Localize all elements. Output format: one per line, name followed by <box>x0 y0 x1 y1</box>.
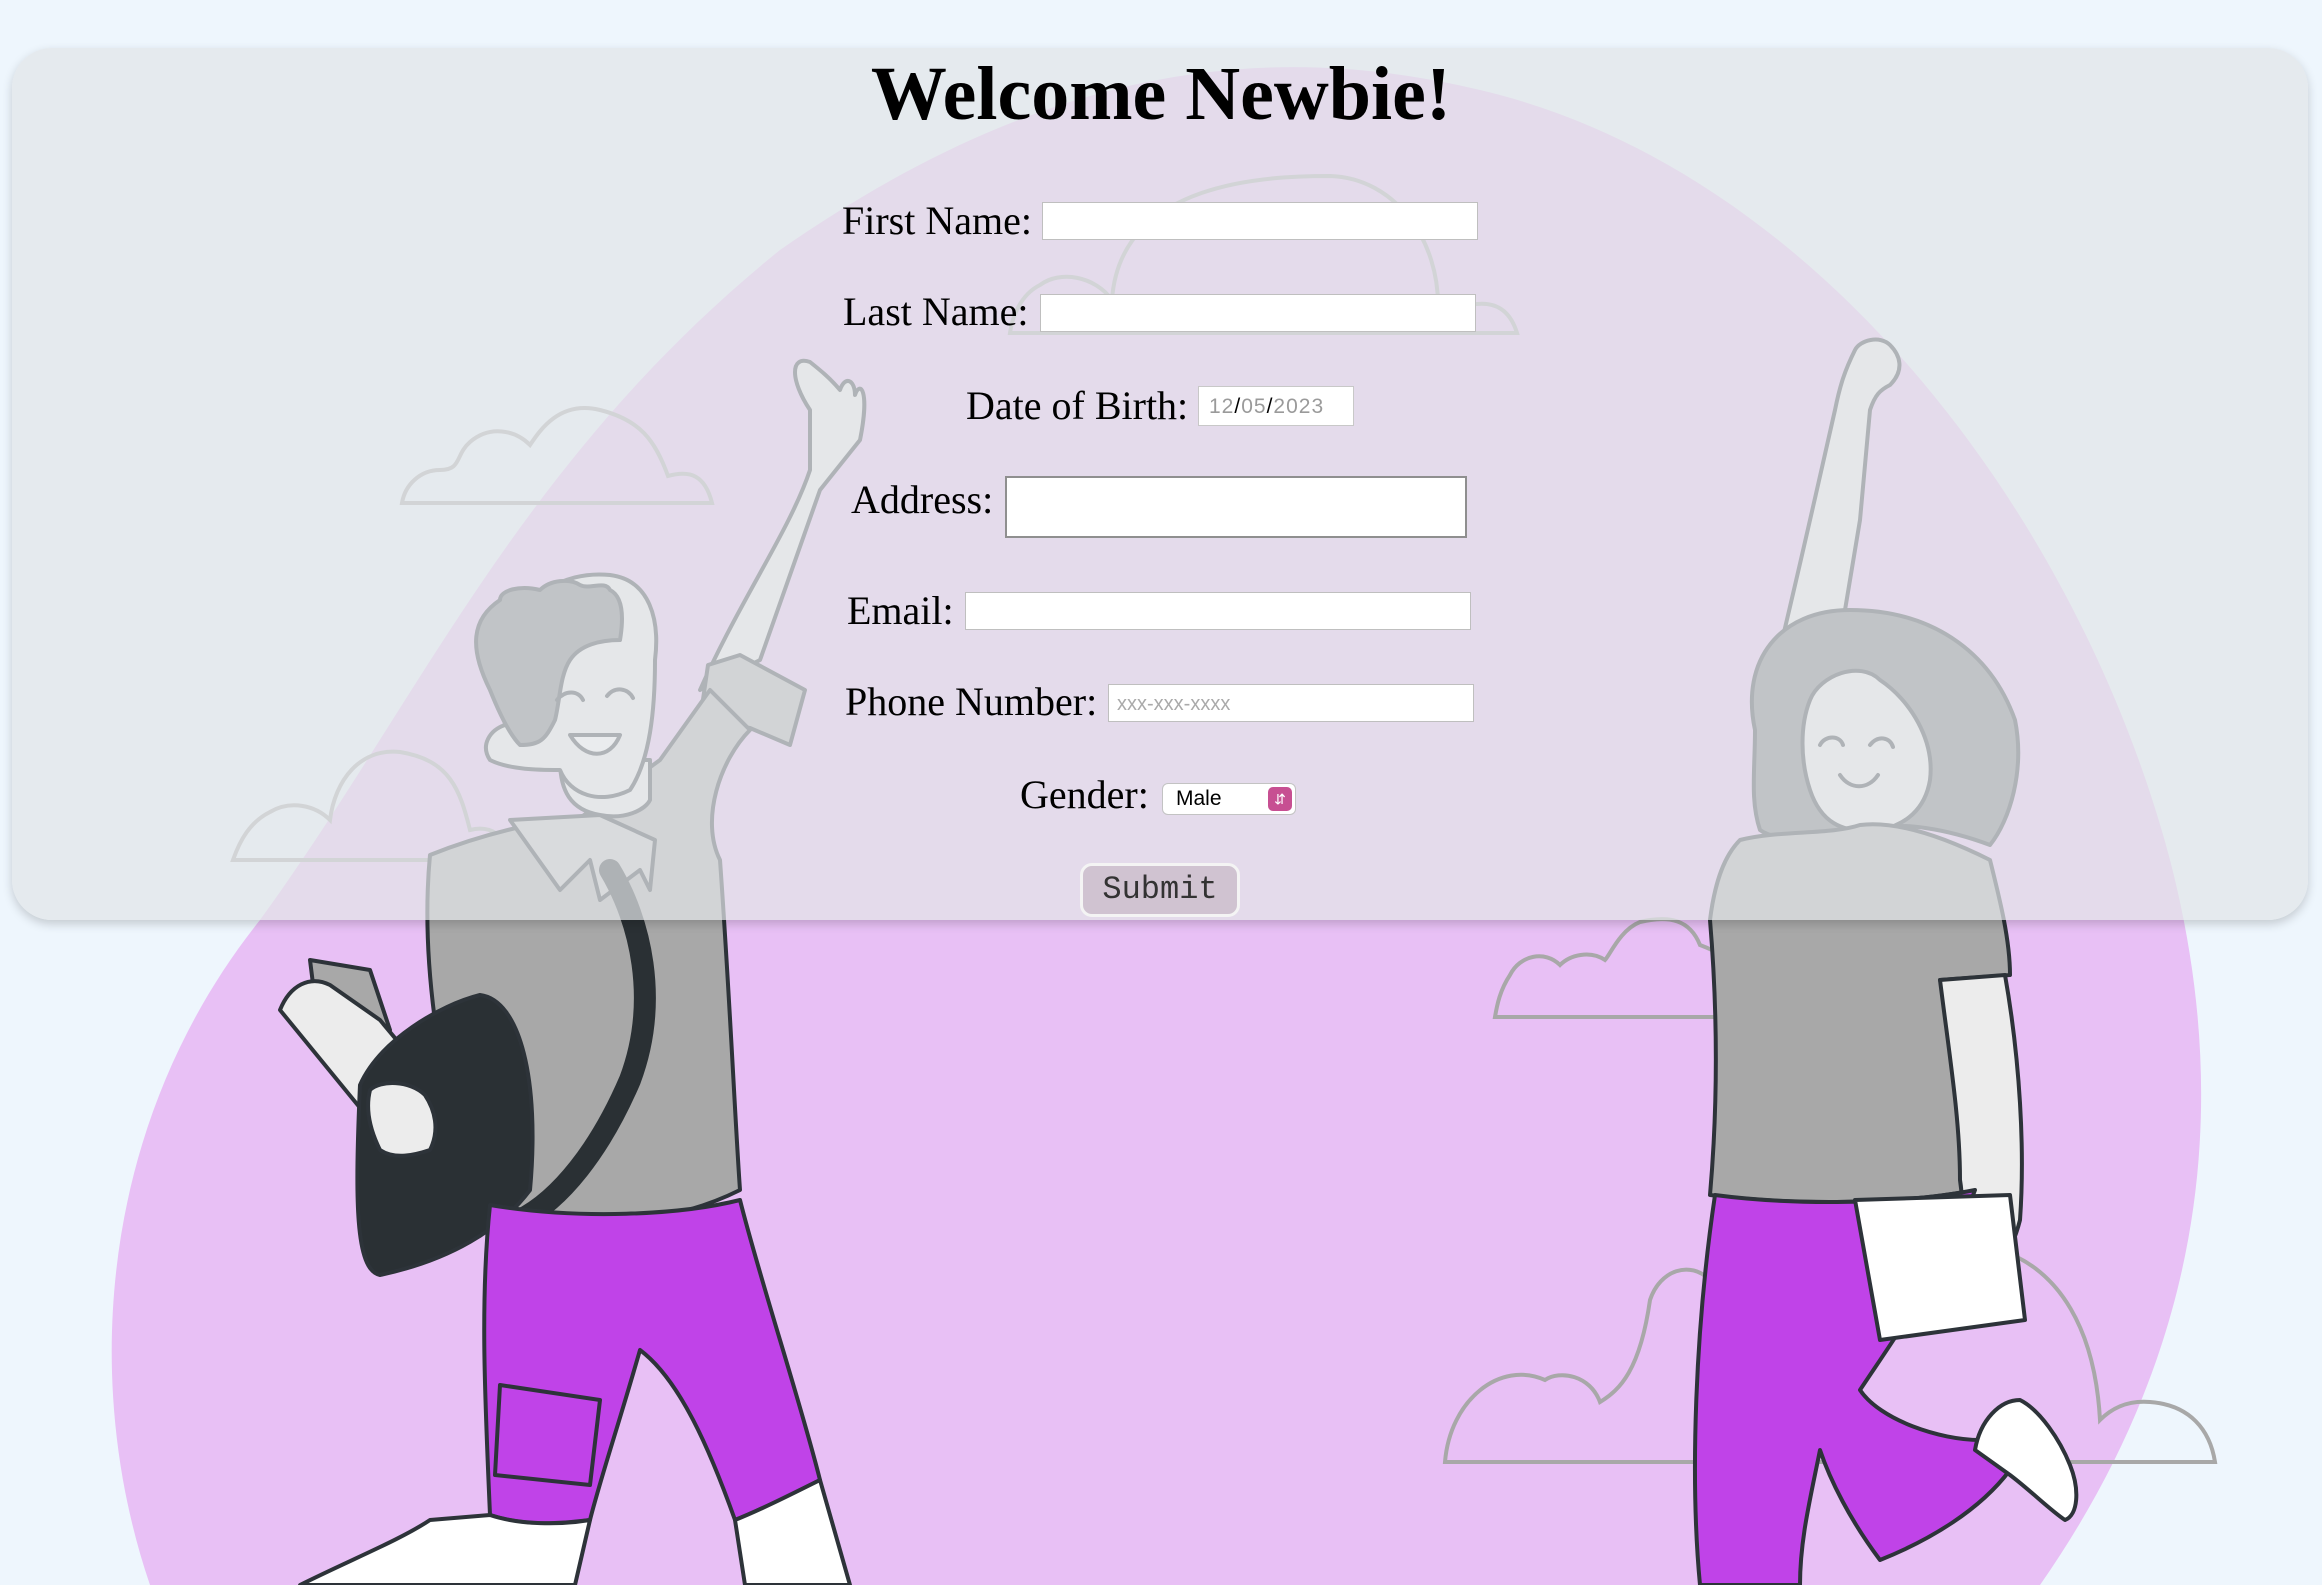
first-name-label: First Name: <box>842 198 1032 243</box>
address-field[interactable] <box>1005 476 1467 538</box>
gender-select[interactable]: Male ⇵ <box>1162 783 1296 815</box>
select-arrows-icon: ⇵ <box>1268 787 1292 811</box>
dob-label: Date of Birth: <box>966 383 1189 428</box>
page-title: Welcome Newbie! <box>870 52 1452 136</box>
gender-selected-value: Male <box>1176 787 1222 810</box>
dob-field[interactable]: 12/05/2023 <box>1198 386 1354 426</box>
email-field[interactable] <box>965 592 1471 630</box>
dob-month[interactable]: 12 <box>1209 395 1234 418</box>
submit-button[interactable]: Submit <box>1080 863 1240 917</box>
phone-field[interactable]: xxx-xxx-xxxx <box>1108 684 1474 722</box>
last-name-label: Last Name: <box>843 289 1029 334</box>
dob-day[interactable]: 05 <box>1241 395 1266 418</box>
first-name-field[interactable] <box>1042 202 1478 240</box>
gender-label: Gender: <box>1020 772 1149 817</box>
email-label: Email: <box>847 588 954 633</box>
address-label: Address: <box>851 477 994 522</box>
phone-label: Phone Number: <box>845 679 1098 724</box>
dob-year[interactable]: 2023 <box>1273 395 1324 418</box>
last-name-field[interactable] <box>1040 294 1476 332</box>
